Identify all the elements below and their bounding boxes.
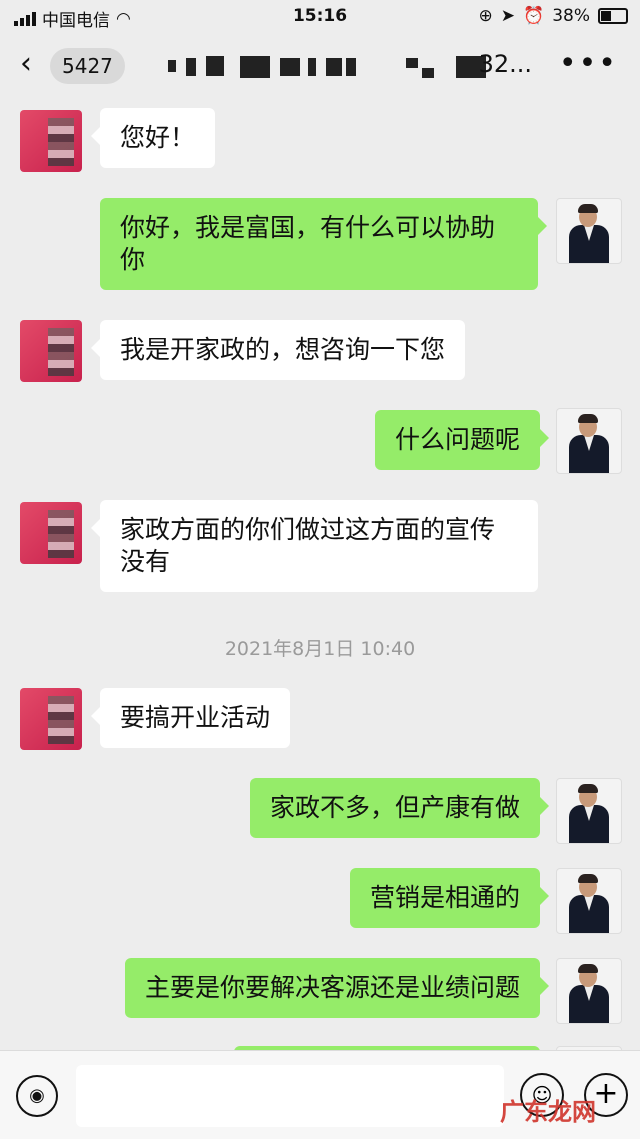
chat-header: ‹ 5427 32... ••• (0, 36, 640, 98)
chat-title: 32... (160, 50, 550, 82)
message-bubble-outgoing[interactable]: 家政不多，但产康有做 (249, 778, 550, 838)
unread-count-badge[interactable]: 5427 (50, 48, 125, 84)
contact-avatar[interactable] (20, 320, 82, 382)
alarm-icon: ⏰ (523, 6, 545, 26)
battery-percent: 38% (552, 6, 590, 26)
location-icon: ➤ (500, 6, 516, 26)
my-avatar[interactable] (556, 198, 622, 264)
timestamp: 2021年8月1日 10:40 (224, 638, 416, 660)
status-bar: 中国电信 ◠ 15:16 ⊕ ➤ ⏰ 38% (0, 0, 640, 34)
message-bubble-outgoing[interactable]: 什么问题呢 (374, 410, 550, 470)
message-input[interactable] (76, 1065, 504, 1127)
chat-title-suffix: 32... (478, 50, 532, 78)
my-avatar[interactable] (556, 958, 622, 1024)
contact-avatar[interactable] (20, 688, 82, 750)
watermark: 广东龙网 (500, 1098, 596, 1126)
message-bubble-outgoing[interactable]: 你好，我是富国，有什么可以协助你 (100, 198, 547, 290)
contact-avatar[interactable] (20, 502, 82, 564)
voice-input-icon[interactable]: ◉ (16, 1075, 58, 1117)
battery-icon (598, 8, 628, 24)
message-bubble-incoming[interactable]: 您好！ (90, 108, 216, 168)
my-avatar[interactable] (556, 778, 622, 844)
message-bubble-incoming[interactable]: 家政方面的你们做过这方面的宣传没有 (91, 500, 538, 592)
message-bubble-incoming[interactable]: 我是开家政的，想咨询一下您 (90, 320, 466, 380)
my-avatar[interactable] (556, 408, 622, 474)
message-bubble-incoming[interactable]: 要搞开业活动 (90, 688, 291, 748)
message-bubble-outgoing[interactable]: 主要是你要解决客源还是业绩问题 (124, 958, 550, 1018)
more-options-icon[interactable]: ••• (559, 46, 618, 81)
contact-avatar[interactable] (20, 110, 82, 172)
message-bubble-outgoing[interactable]: 营销是相通的 (349, 868, 550, 928)
my-avatar[interactable] (556, 868, 622, 934)
message-list[interactable]: 您好！ 你好，我是富国，有什么可以协助你 我是开家政的，想咨询一下您 什么问题呢… (0, 98, 640, 1050)
lock-rotation-icon: ⊕ (478, 6, 493, 26)
back-icon[interactable]: ‹ (20, 46, 32, 81)
